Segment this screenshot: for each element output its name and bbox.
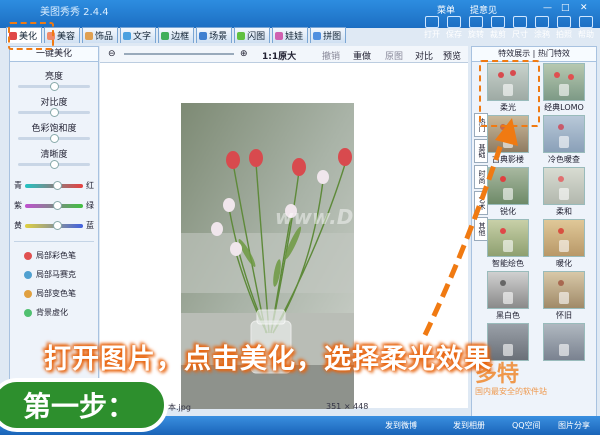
step-badge: 第一步： bbox=[0, 378, 168, 432]
brand-slogan: 国内最安全的软件站 bbox=[475, 387, 547, 396]
step-label: 第一步： bbox=[22, 390, 135, 423]
instruction-caption: 打开图片，点击美化，选择柔光效果 bbox=[44, 344, 492, 375]
